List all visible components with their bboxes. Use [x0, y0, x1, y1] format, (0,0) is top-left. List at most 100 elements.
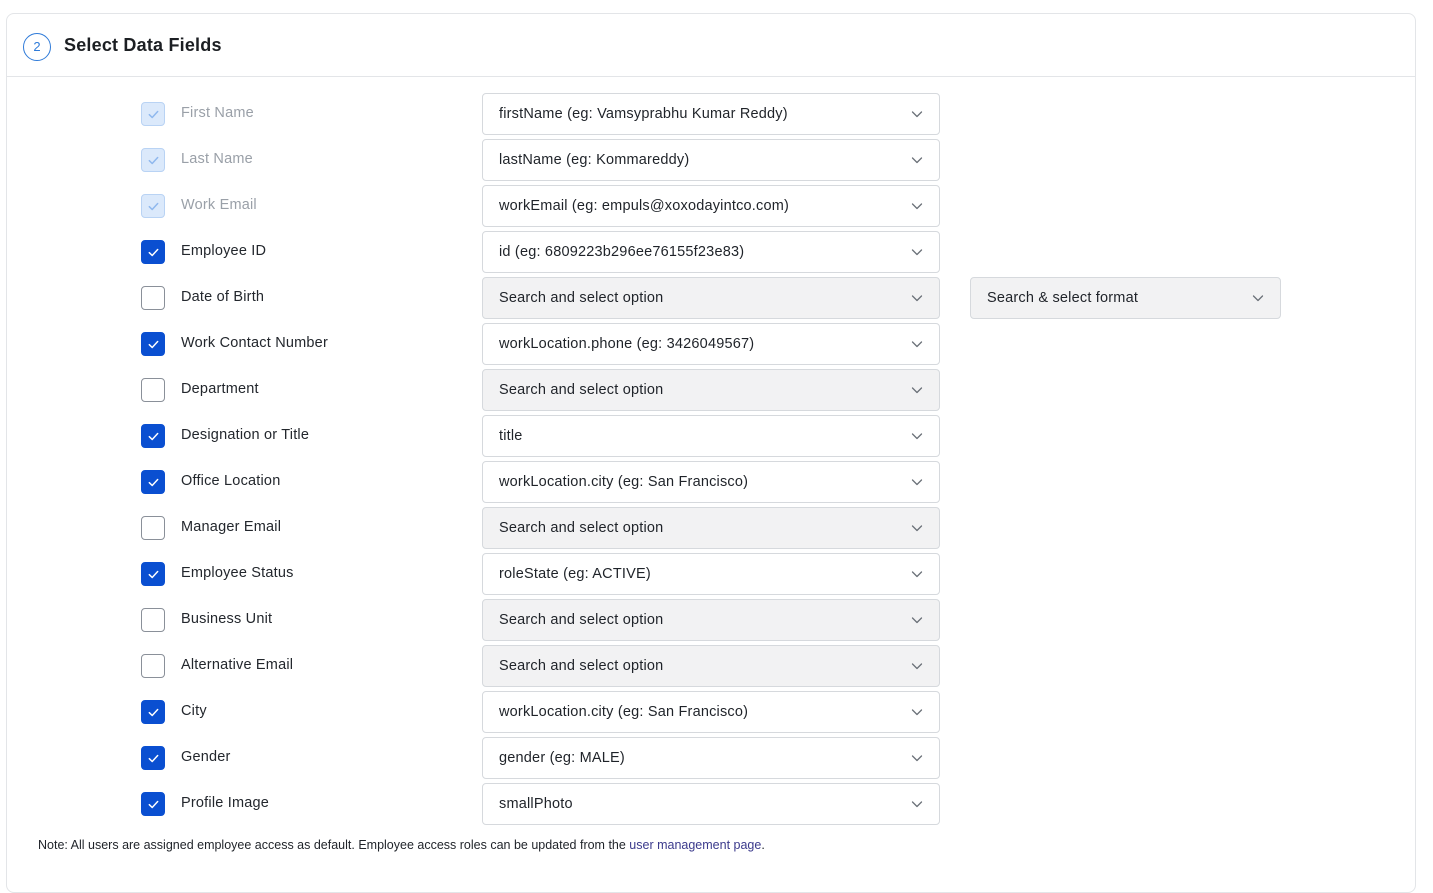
mapping-select-office-location[interactable]: workLocation.city (eg: San Francisco): [482, 461, 940, 503]
checkbox-alternative-email[interactable]: [141, 654, 165, 678]
checkbox-designation-or-title[interactable]: [141, 424, 165, 448]
mapping-select-value: roleState (eg: ACTIVE): [499, 566, 651, 582]
mapping-select-value: Search and select option: [499, 382, 664, 398]
mapping-select-date-of-birth[interactable]: Search and select option: [482, 277, 940, 319]
check-icon: [148, 570, 158, 578]
mapping-select-work-contact-number[interactable]: workLocation.phone (eg: 3426049567): [482, 323, 940, 365]
field-label-manager-email: Manager Email: [181, 519, 282, 535]
mapping-select-city[interactable]: workLocation.city (eg: San Francisco): [482, 691, 940, 733]
field-row-office-location: Office Location workLocation.city (eg: Sa…: [7, 461, 1417, 503]
check-icon: [148, 432, 158, 440]
mapping-select-first-name[interactable]: firstName (eg: Vamsyprabhu Kumar Reddy): [482, 93, 940, 135]
field-row-work-contact-number: Work Contact Number workLocation.phone (e…: [7, 323, 1417, 365]
checkbox-business-unit[interactable]: [141, 608, 165, 632]
checkbox-department[interactable]: [141, 378, 165, 402]
date-format-select[interactable]: Search & select format: [970, 277, 1281, 319]
mapping-select-last-name[interactable]: lastName (eg: Kommareddy): [482, 139, 940, 181]
mapping-select-manager-email[interactable]: Search and select option: [482, 507, 940, 549]
mapping-select-value: workEmail (eg: empuls@xoxodayintco.com): [499, 198, 790, 214]
field-label-employee-id: Employee ID: [181, 243, 267, 259]
check-icon: [148, 340, 158, 348]
mapping-select-work-email[interactable]: workEmail (eg: empuls@xoxodayintco.com): [482, 185, 940, 227]
field-row-department: Department Search and select option: [7, 369, 1417, 411]
mapping-select-value: workLocation.city (eg: San Francisco): [499, 474, 749, 490]
mapping-select-value: id (eg: 6809223b296ee76155f23e83): [499, 244, 745, 260]
checkbox-office-location[interactable]: [141, 470, 165, 494]
field-label-work-email: Work Email: [181, 197, 257, 213]
mapping-select-value: Search and select option: [499, 612, 664, 628]
mapping-select-designation-or-title[interactable]: title: [482, 415, 940, 457]
checkbox-manager-email[interactable]: [141, 516, 165, 540]
checkbox-gender[interactable]: [141, 746, 165, 770]
chevron-down-icon: [911, 200, 923, 212]
chevron-down-icon: [911, 476, 923, 488]
field-label-gender: Gender: [181, 749, 231, 765]
chevron-down-icon: [911, 430, 923, 442]
check-icon: [148, 800, 158, 808]
check-icon: [148, 708, 158, 716]
check-icon: [148, 110, 158, 118]
field-row-work-email: Work Email workEmail (eg: empuls@xoxodayi…: [7, 185, 1417, 227]
checkbox-employee-status[interactable]: [141, 562, 165, 586]
chevron-down-icon: [911, 522, 923, 534]
access-note: Note: All users are assigned employee ac…: [38, 838, 765, 852]
field-row-employee-id: Employee ID id (eg: 6809223b296ee76155f23…: [7, 231, 1417, 273]
chevron-down-icon: [911, 568, 923, 580]
check-icon: [148, 156, 158, 164]
mapping-select-value: gender (eg: MALE): [499, 750, 625, 766]
field-label-business-unit: Business Unit: [181, 611, 273, 627]
checkbox-city[interactable]: [141, 700, 165, 724]
chevron-down-icon: [911, 752, 923, 764]
date-format-select-value: Search & select format: [987, 290, 1139, 306]
checkbox-employee-id[interactable]: [141, 240, 165, 264]
checkbox-work-email: [141, 194, 165, 218]
check-icon: [148, 478, 158, 486]
field-row-profile-image: Profile Image smallPhoto: [7, 783, 1417, 825]
checkbox-profile-image[interactable]: [141, 792, 165, 816]
check-icon: [148, 754, 158, 762]
mapping-select-value: Search and select option: [499, 290, 664, 306]
section-title: Select Data Fields: [64, 34, 222, 55]
mapping-select-gender[interactable]: gender (eg: MALE): [482, 737, 940, 779]
field-row-date-of-birth: Date of Birth Search and select option Sea…: [7, 277, 1417, 319]
field-label-last-name: Last Name: [181, 151, 253, 167]
field-label-first-name: First Name: [181, 105, 254, 121]
mapping-select-value: title: [499, 428, 523, 444]
mapping-select-value: Search and select option: [499, 658, 664, 674]
field-row-designation-or-title: Designation or Title title: [7, 415, 1417, 457]
mapping-select-alternative-email[interactable]: Search and select option: [482, 645, 940, 687]
chevron-down-icon: [911, 108, 923, 120]
mapping-select-business-unit[interactable]: Search and select option: [482, 599, 940, 641]
check-icon: [148, 248, 158, 256]
field-row-last-name: Last Name lastName (eg: Kommareddy): [7, 139, 1417, 181]
user-management-link[interactable]: user management page: [629, 838, 761, 852]
card-header: 2 Select Data Fields: [7, 14, 1415, 77]
chevron-down-icon: [911, 614, 923, 626]
mapping-select-value: workLocation.city (eg: San Francisco): [499, 704, 749, 720]
mapping-select-department[interactable]: Search and select option: [482, 369, 940, 411]
checkbox-date-of-birth[interactable]: [141, 286, 165, 310]
check-icon: [148, 202, 158, 210]
chevron-down-icon: [911, 338, 923, 350]
field-label-city: City: [181, 703, 207, 719]
chevron-down-icon: [1252, 292, 1264, 304]
mapping-select-value: smallPhoto: [499, 796, 573, 812]
mapping-select-employee-status[interactable]: roleState (eg: ACTIVE): [482, 553, 940, 595]
field-row-business-unit: Business Unit Search and select option: [7, 599, 1417, 641]
field-label-department: Department: [181, 381, 259, 397]
field-row-manager-email: Manager Email Search and select option: [7, 507, 1417, 549]
note-text: Note: All users are assigned employee ac…: [38, 838, 630, 852]
select-data-fields-card: 2 Select Data Fields First Name firstName…: [6, 13, 1416, 893]
field-label-profile-image: Profile Image: [181, 795, 270, 811]
chevron-down-icon: [911, 660, 923, 672]
mapping-select-employee-id[interactable]: id (eg: 6809223b296ee76155f23e83): [482, 231, 940, 273]
field-row-employee-status: Employee Status roleState (eg: ACTIVE): [7, 553, 1417, 595]
step-number-badge: 2: [23, 32, 51, 61]
chevron-down-icon: [911, 384, 923, 396]
mapping-select-value: workLocation.phone (eg: 3426049567): [499, 336, 755, 352]
checkbox-last-name: [141, 148, 165, 172]
mapping-select-profile-image[interactable]: smallPhoto: [482, 783, 940, 825]
checkbox-work-contact-number[interactable]: [141, 332, 165, 356]
chevron-down-icon: [911, 154, 923, 166]
field-label-designation-or-title: Designation or Title: [181, 427, 310, 443]
